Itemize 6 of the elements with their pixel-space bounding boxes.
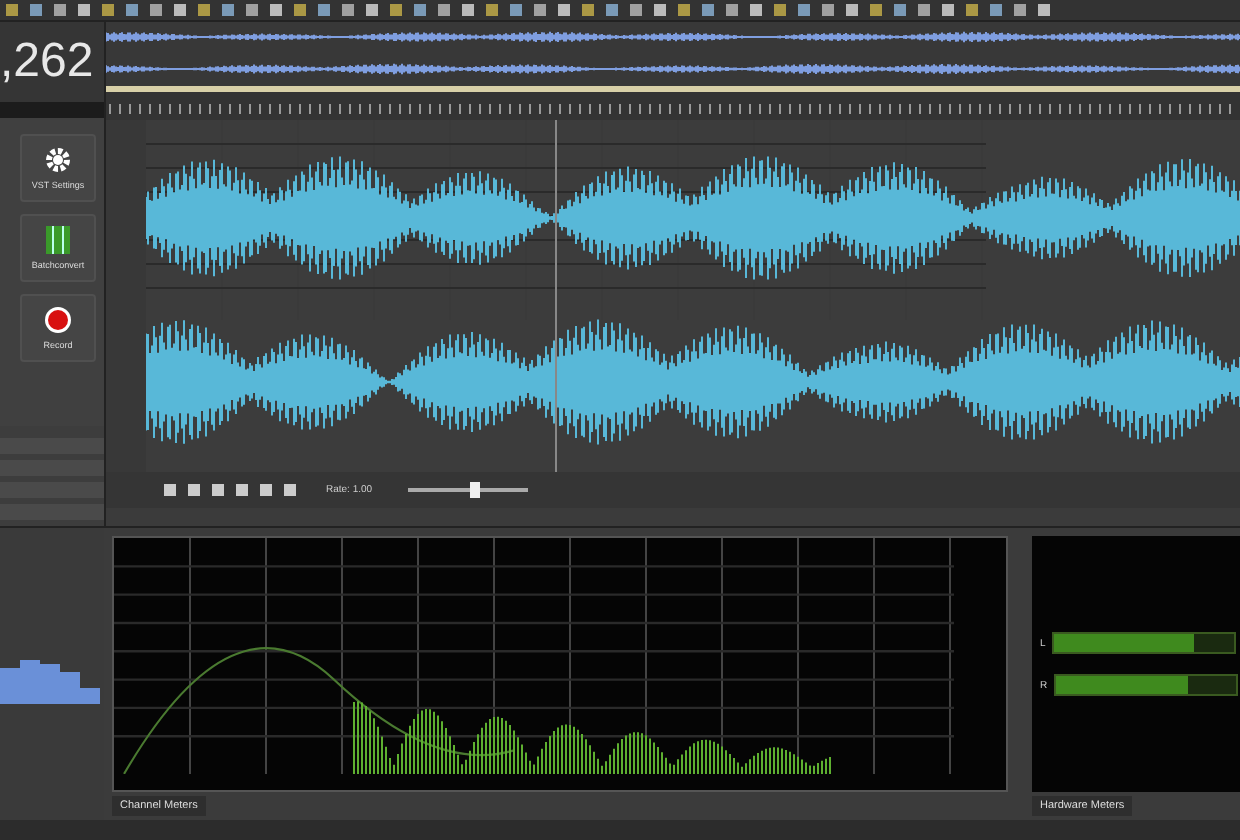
waveform[interactable] xyxy=(145,120,1240,472)
time-counter: ,262 xyxy=(0,34,94,90)
slider-thumb[interactable] xyxy=(470,482,481,498)
record-icon xyxy=(44,306,72,334)
gear-icon xyxy=(44,146,72,174)
striped-block-icon xyxy=(46,226,70,254)
